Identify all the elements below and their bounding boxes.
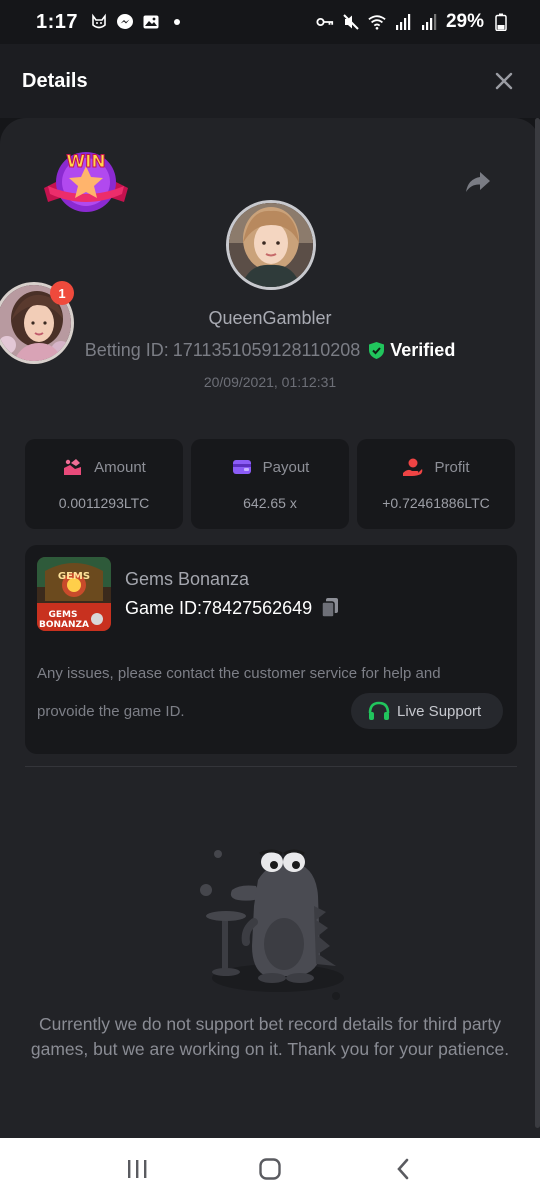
cat-icon xyxy=(90,13,108,31)
scrollbar[interactable] xyxy=(535,118,540,1128)
thumb-title-2: GEMS xyxy=(49,610,78,620)
home-icon[interactable] xyxy=(250,1149,290,1189)
payout-card: Payout 642.65 x xyxy=(191,439,349,529)
game-id-label: Game ID: xyxy=(125,597,203,618)
share-icon[interactable] xyxy=(462,166,494,198)
payout-label: Payout xyxy=(262,458,310,476)
win-badge-text: WIN xyxy=(66,152,105,172)
headset-icon xyxy=(368,701,390,720)
dot-icon xyxy=(168,13,186,31)
win-badge: WIN xyxy=(42,148,130,216)
system-nav-bar xyxy=(0,1138,540,1200)
verified-label: Verified xyxy=(390,340,456,360)
amount-value: 0.0011293LTC xyxy=(58,495,150,511)
bet-datetime: 20/09/2021, 01:12:31 xyxy=(203,374,337,390)
empty-state-message: Currently we do not support bet record d… xyxy=(30,1014,510,1059)
betting-id-row: Betting ID: 1711351059128110208 Verified xyxy=(0,340,540,361)
status-left-icons xyxy=(90,13,186,31)
wallet-icon xyxy=(232,460,251,474)
amount-card: Amount 0.0011293LTC xyxy=(25,439,183,529)
amount-icon xyxy=(64,459,82,475)
notification-badge: 1 xyxy=(50,281,74,305)
game-id-value: 78427562649 xyxy=(202,597,313,618)
betting-id-label: Betting ID: xyxy=(84,340,169,360)
signal-icon xyxy=(394,13,412,31)
page-title: Details xyxy=(22,69,88,92)
battery-icon xyxy=(492,13,510,31)
thumb-title-3: BONANZA xyxy=(39,620,89,630)
game-card: GEMS GEMS BONANZA Gems Bonanza Game ID: … xyxy=(25,545,517,754)
recent-apps-icon[interactable] xyxy=(117,1149,157,1189)
mute-icon xyxy=(342,13,360,31)
crocodile-illustration xyxy=(196,846,346,1006)
close-icon[interactable] xyxy=(490,67,518,95)
game-name[interactable]: Gems Bonanza xyxy=(125,569,249,590)
betting-id-value: 1711351059128110208 xyxy=(172,340,361,360)
profit-value: +0.72461886LTC xyxy=(382,495,490,511)
signal-icon xyxy=(420,13,438,31)
live-support-label: Live Support xyxy=(397,702,482,720)
live-support-button[interactable]: Live Support xyxy=(351,693,503,729)
copy-icon[interactable] xyxy=(320,597,340,619)
battery-percent: 29% xyxy=(445,11,484,32)
divider xyxy=(25,766,517,767)
game-thumbnail[interactable]: GEMS GEMS BONANZA xyxy=(37,557,111,631)
back-icon[interactable] xyxy=(383,1149,423,1189)
status-right-icons: 29% xyxy=(316,11,510,33)
payout-value: 642.65 x xyxy=(243,495,297,511)
avatar xyxy=(226,200,316,290)
messenger-icon xyxy=(116,13,134,31)
profit-label: Profit xyxy=(434,458,470,476)
status-bar: 1:17 29% xyxy=(0,0,540,44)
thumb-title-1: GEMS xyxy=(58,571,90,582)
help-text-line-2: provoide the game ID. xyxy=(37,703,185,720)
vpn-key-icon xyxy=(316,13,334,31)
amount-label: Amount xyxy=(94,458,146,476)
wifi-icon xyxy=(368,13,386,31)
help-text-line-1: Any issues, please contact the customer … xyxy=(37,665,441,682)
username: QueenGambler xyxy=(208,308,332,328)
gallery-icon xyxy=(142,13,160,31)
profit-icon xyxy=(403,458,423,476)
verified-badge: Verified xyxy=(368,340,455,361)
verified-shield-icon xyxy=(369,342,385,359)
profit-card: Profit +0.72461886LTC xyxy=(357,439,515,529)
header: Details xyxy=(0,44,540,118)
game-id-row: Game ID: 78427562649 xyxy=(125,597,340,619)
status-time: 1:17 xyxy=(36,10,79,33)
